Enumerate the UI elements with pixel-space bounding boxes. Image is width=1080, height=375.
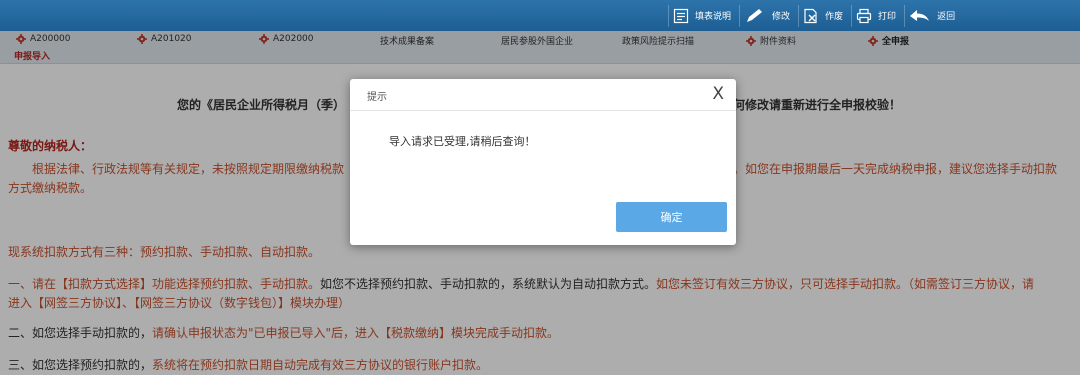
fill-instructions-label: 填表说明 [695,12,732,22]
modify-button[interactable]: 修改 [740,0,798,31]
back-arrow-icon [910,9,930,21]
fill-instructions-button[interactable]: 填表说明 [669,0,739,31]
confirm-button[interactable]: 确定 [616,202,727,232]
dialog-header: 提示 X [350,79,736,111]
print-button[interactable]: 打印 [852,0,904,31]
dialog-title: 提示 [367,92,387,103]
close-icon[interactable]: X [712,83,724,105]
dialog-message: 导入请求已受理,请稍后查询！ [389,135,536,148]
pen-icon [747,8,763,22]
back-label: 返回 [937,12,956,22]
modify-label: 修改 [772,12,791,22]
void-icon [804,8,817,23]
print-label: 打印 [878,12,897,22]
void-button[interactable]: 作废 [799,0,851,31]
top-toolbar: 填表说明 修改 作废 打印 返回 [0,0,1080,31]
toolbar-actions: 填表说明 修改 作废 打印 返回 [668,0,963,31]
void-label: 作废 [825,12,844,22]
prompt-dialog: 提示 X 导入请求已受理,请稍后查询！ 确定 [350,79,736,245]
doc-icon [673,8,689,23]
print-icon [856,8,872,23]
back-button[interactable]: 返回 [905,0,963,31]
